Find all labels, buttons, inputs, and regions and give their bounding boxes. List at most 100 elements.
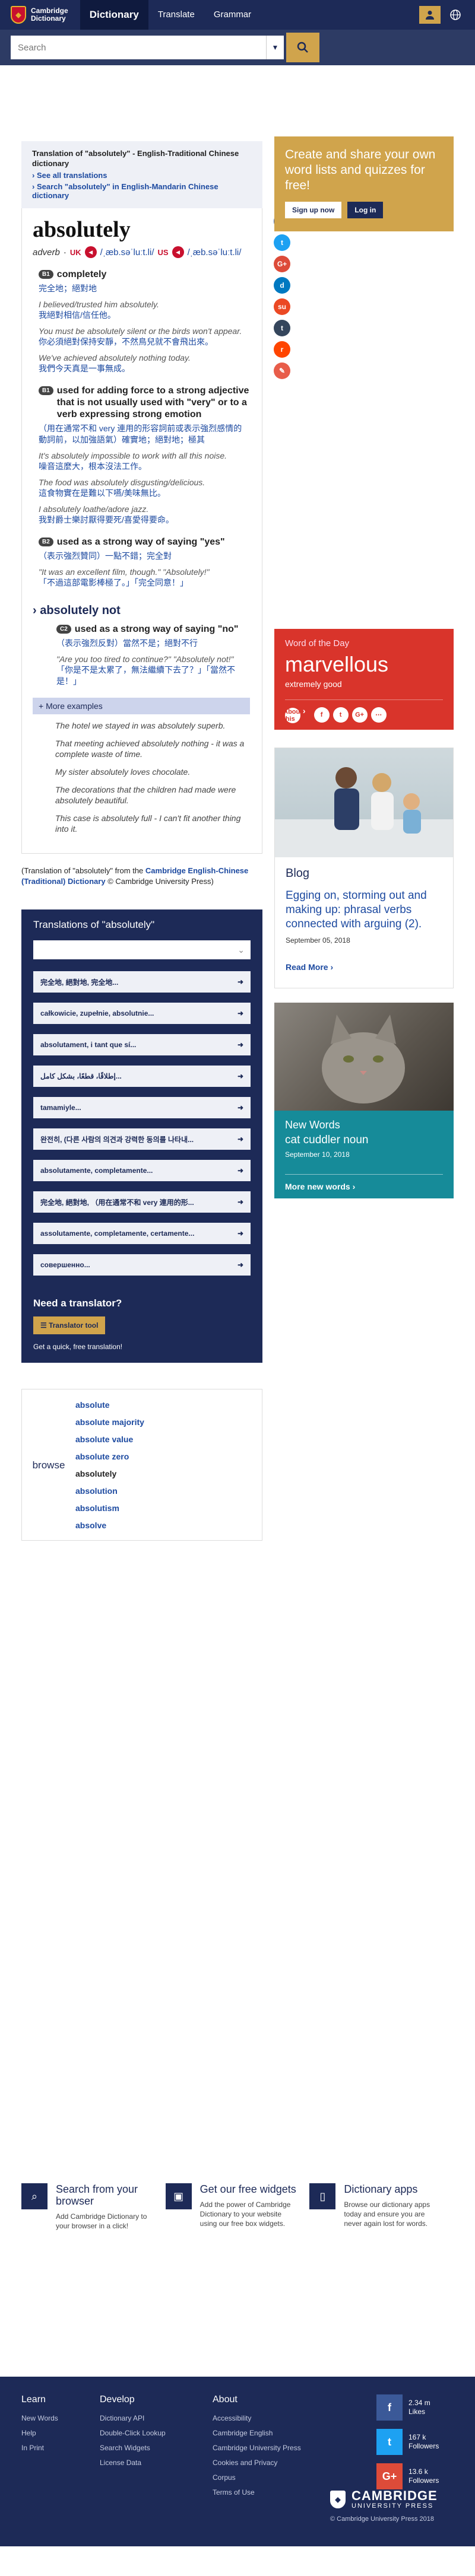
log-in-button[interactable]: Log in — [347, 202, 384, 218]
level-badge: C2 — [56, 625, 71, 634]
browse-item[interactable]: absolute zero — [75, 1448, 144, 1465]
more-examples-toggle[interactable]: + More examples — [33, 698, 250, 714]
browse-item[interactable]: absolute value — [75, 1431, 144, 1448]
copyright: © Cambridge University Press 2018 — [330, 2515, 435, 2523]
browse-item[interactable]: absolutely — [75, 1465, 144, 1483]
browse-item[interactable]: absolute — [75, 1397, 144, 1414]
stumbleupon-share-icon[interactable]: su — [274, 298, 290, 315]
share-icon[interactable]: ⋯ — [370, 707, 387, 723]
pencil-icon[interactable]: ✎ — [274, 362, 290, 379]
translator-tool-button[interactable]: ☰ Translator tool — [33, 1316, 106, 1334]
footer-link[interactable]: Search Widgets — [100, 2441, 166, 2456]
browse-item[interactable]: absolute majority — [75, 1414, 144, 1431]
uk-audio-speaker-icon[interactable]: ◀ — [84, 246, 97, 258]
see-all-translations-link[interactable]: › See all translations — [32, 171, 252, 180]
share-icons: f t G+ d su t r ✎ — [274, 213, 290, 379]
feature-widgets[interactable]: ▣ Get our free widgets Add the power of C… — [165, 2183, 310, 2260]
feature-search-browser[interactable]: ⌕ Search from your browser Add Cambridge … — [21, 2183, 166, 2260]
googleplus-share-icon[interactable]: G+ — [274, 256, 290, 272]
tumblr-share-icon[interactable]: t — [274, 320, 290, 336]
footer-link[interactable]: License Data — [100, 2456, 166, 2470]
social-item[interactable]: f 2.34 m Likes — [376, 2394, 439, 2421]
translation-title: Translation of "absolutely" - English-Tr… — [32, 149, 239, 168]
footer-link[interactable]: Double-Click Lookup — [100, 2426, 166, 2441]
language-select[interactable]: ⌄ — [33, 940, 251, 959]
new-word-link[interactable]: cat cuddler noun — [285, 1134, 443, 1147]
more-new-words-link[interactable]: More new words › — [285, 1174, 443, 1191]
social-item[interactable]: G+ 13.6 k Followers — [376, 2463, 439, 2489]
wotd-definition: extremely good — [285, 679, 342, 689]
footer-link[interactable]: Corpus — [213, 2470, 301, 2485]
phrase-title: › absolutely not — [33, 604, 121, 617]
facebook-share-icon[interactable]: f — [314, 707, 330, 723]
list-item: The hotel we stayed in was absolutely su… — [55, 721, 226, 730]
social-item[interactable]: t 167 k Followers — [376, 2429, 439, 2455]
footer-link[interactable]: Dictionary API — [100, 2411, 166, 2426]
search-bar: ▼ — [0, 30, 475, 65]
need-translator-title: Need a translator? — [33, 1297, 122, 1309]
blog-title-link[interactable]: Egging on, storming out and making up: p… — [286, 889, 442, 931]
about-this-link[interactable]: About this › — [283, 706, 306, 723]
twitter-share-icon[interactable]: t — [274, 234, 290, 251]
translation-row[interactable]: 완전히, (다른 사람의 의견과 강력한 동의를 나타내... ➜ — [33, 1128, 251, 1150]
search-button[interactable] — [286, 33, 319, 62]
footer-link[interactable]: Cambridge English — [213, 2426, 301, 2441]
feature-apps[interactable]: ▯ Dictionary apps Browse our dictionary a… — [309, 2183, 454, 2260]
translation-row[interactable]: absolutamente, completamente... ➜ — [33, 1160, 251, 1181]
googleplus-share-icon[interactable]: G+ — [352, 707, 368, 723]
nav-translate[interactable]: Translate — [148, 0, 204, 30]
blog-image — [275, 748, 453, 857]
nav-grammar[interactable]: Grammar — [204, 0, 261, 30]
list-item: This case is absolutely full - I can't f… — [55, 813, 241, 834]
translation-row-text: tamamiyle... — [40, 1103, 81, 1112]
translation-row[interactable]: całkowicie, zupełnie, absolutnie... ➜ — [33, 1003, 251, 1024]
nav-dictionary[interactable]: Dictionary — [80, 0, 148, 30]
footer-link[interactable]: New Words — [21, 2411, 58, 2426]
read-more-link[interactable]: Read More › — [286, 962, 442, 972]
translation-row[interactable]: совершенно... ➜ — [33, 1254, 251, 1276]
definition: completely — [56, 269, 107, 279]
social-label: Followers — [408, 2476, 439, 2485]
search-mandarin-link[interactable]: › Search "absolutely" in English-Mandari… — [32, 182, 252, 200]
list-item: The decorations that the children had ma… — [55, 785, 236, 805]
example: "It was an excellent film, though." "Abs… — [39, 567, 210, 577]
footer: Learn New Words Help In Print Develop Dictio… — [0, 2377, 475, 2546]
search-input[interactable] — [11, 36, 266, 59]
browse-item[interactable]: absolution — [75, 1483, 144, 1500]
translation-row-text: 완전히, (다른 사람의 의견과 강력한 동의를 나타내... — [40, 1135, 194, 1144]
dictionary-select-chevron-icon[interactable]: ▼ — [266, 36, 284, 59]
footer-learn: Learn New Words Help In Print — [21, 2394, 58, 2456]
footer-link[interactable]: Cookies and Privacy — [213, 2456, 301, 2470]
user-icon[interactable] — [419, 6, 441, 24]
logo[interactable]: ◆ Cambridge Dictionary — [11, 6, 68, 24]
arrow-right-icon: ➜ — [237, 978, 243, 986]
blog-date: September 05, 2018 — [286, 936, 350, 944]
footer-link[interactable]: Accessibility — [213, 2411, 301, 2426]
us-audio-speaker-icon[interactable]: ◀ — [172, 246, 184, 258]
reddit-share-icon[interactable]: r — [274, 341, 290, 358]
footer-link[interactable]: Cambridge University Press — [213, 2441, 301, 2456]
new-words-label: New Words — [285, 1119, 340, 1131]
globe-icon[interactable] — [446, 6, 464, 24]
new-words-card: New Words cat cuddler noun September 10,… — [274, 1003, 454, 1198]
twitter-share-icon[interactable]: t — [332, 707, 349, 723]
logo-line2: Dictionary — [31, 14, 66, 23]
sign-up-button[interactable]: Sign up now — [285, 202, 342, 218]
example: It's absolutely impossible to work with … — [39, 451, 227, 460]
wotd-word[interactable]: marvellous — [285, 652, 443, 677]
translation-row[interactable]: إطلاقًا، قطعًا، بشكل كامل... ➜ — [33, 1066, 251, 1087]
translation-row[interactable]: assolutamente, completamente, certamente… — [33, 1223, 251, 1244]
arrow-right-icon: ➜ — [237, 1135, 243, 1143]
translation-row[interactable]: 完全地, 絕對地, 完全地... ➜ — [33, 971, 251, 993]
delicious-share-icon[interactable]: d — [274, 277, 290, 294]
cat-image — [274, 1003, 454, 1111]
translation-row[interactable]: absolutament, i tant que sí... ➜ — [33, 1034, 251, 1055]
browse-item[interactable]: absolutism — [75, 1500, 144, 1517]
translation-row[interactable]: 完全地, 絕對地, （用在通常不和 very 連用的形... ➜ — [33, 1191, 251, 1213]
translation-box: Translation of "absolutely" - English-Tr… — [21, 141, 262, 208]
footer-link[interactable]: In Print — [21, 2441, 58, 2456]
footer-link[interactable]: Terms of Use — [213, 2485, 301, 2500]
translation-row[interactable]: tamamiyle... ➜ — [33, 1097, 251, 1118]
footer-link[interactable]: Help — [21, 2426, 58, 2441]
browse-item[interactable]: absolve — [75, 1517, 144, 1534]
